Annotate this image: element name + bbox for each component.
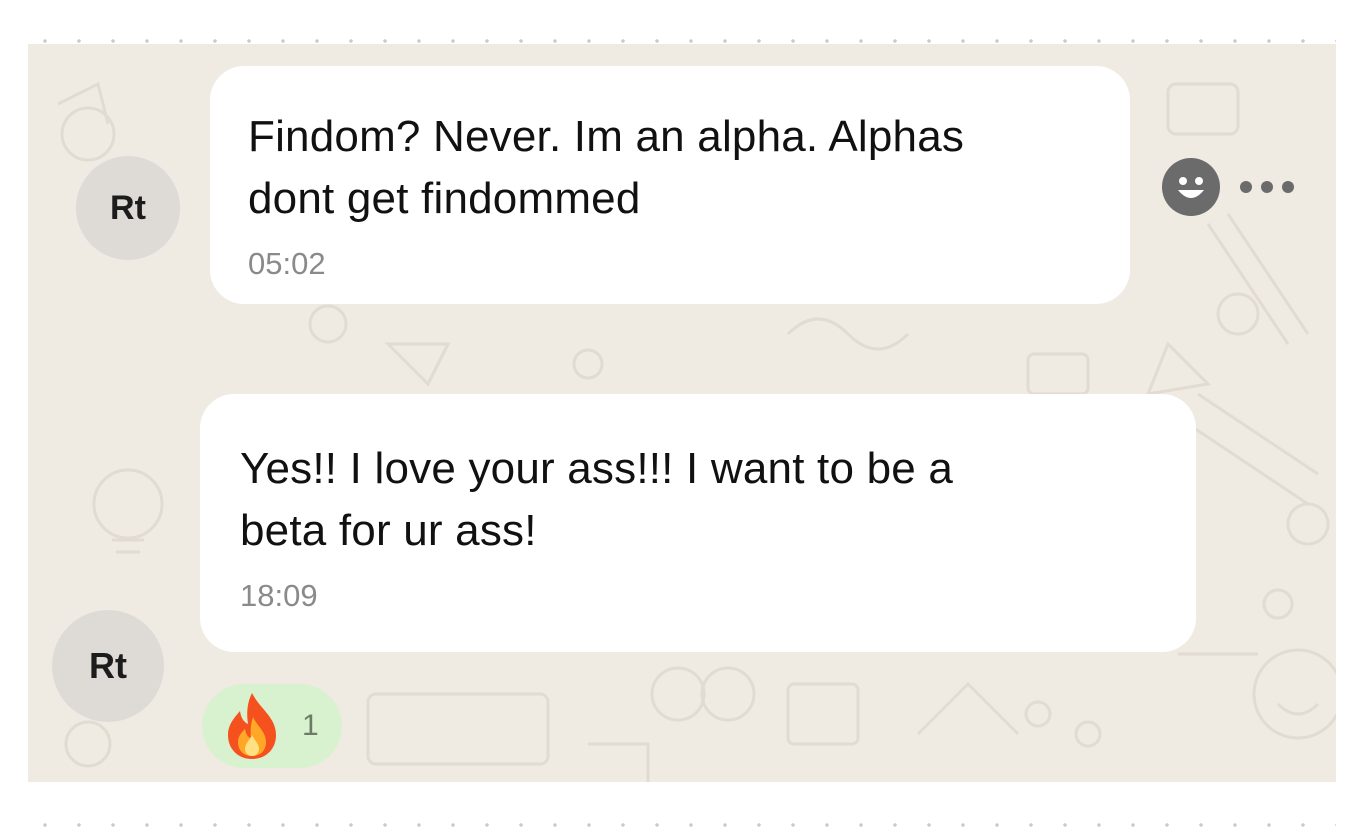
message-bubble[interactable]: Findom? Never. Im an alpha. Alphas dont … — [210, 66, 1130, 304]
more-options-icon — [1240, 181, 1252, 193]
smiley-icon — [1178, 177, 1204, 198]
reaction-count: 1 — [302, 709, 319, 742]
react-button[interactable] — [1162, 158, 1220, 216]
message-text-line: dont get findommed — [248, 174, 641, 223]
fire-icon — [228, 693, 276, 759]
more-options-icon — [1261, 181, 1273, 193]
more-options-icon — [1282, 181, 1294, 193]
more-options-button[interactable] — [1240, 172, 1294, 202]
chat-area[interactable]: Rt Findom? Never. Im an alpha. Alphas do… — [28, 44, 1336, 782]
avatar-initials: Rt — [89, 645, 127, 686]
message-bubble[interactable]: Yes!! I love your ass!!! I want to be a … — [200, 394, 1196, 652]
chat-screenshot: Rt Findom? Never. Im an alpha. Alphas do… — [0, 0, 1360, 835]
message-text-line: beta for ur ass! — [240, 506, 537, 555]
message-text-line: Findom? Never. Im an alpha. Alphas — [248, 112, 965, 161]
bottom-divider — [28, 822, 1336, 828]
message-text: Findom? Never. Im an alpha. Alphas dont … — [248, 106, 1094, 230]
message-timestamp: 18:09 — [240, 578, 318, 613]
avatar[interactable]: Rt — [76, 156, 180, 260]
avatar[interactable]: Rt — [52, 610, 164, 722]
message-text: Yes!! I love your ass!!! I want to be a … — [240, 438, 1160, 562]
message-timestamp: 05:02 — [248, 246, 326, 281]
avatar-initials: Rt — [110, 188, 146, 227]
reaction-pill[interactable]: 1 — [202, 684, 342, 768]
message-text-line: Yes!! I love your ass!!! I want to be a — [240, 444, 954, 493]
